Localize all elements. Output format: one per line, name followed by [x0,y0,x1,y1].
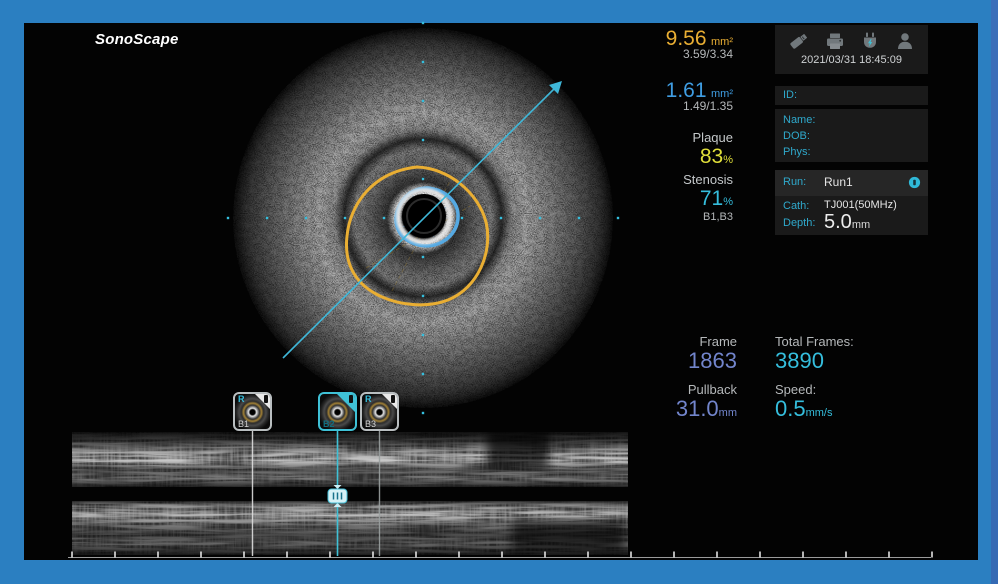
id-label: ID: [783,89,797,101]
stenosis-reference: B1,B3 [580,211,733,223]
bookmark-label: B1 [238,419,249,429]
run-record-icon[interactable] [908,176,921,189]
speed-label: Speed: [775,382,935,397]
longitudinal-view-top [72,430,628,487]
datetime-display: 2021/03/31 18:45:09 [775,54,928,66]
bookmark-thumbnail-b1[interactable]: R B1 [233,392,272,431]
bookmark-glyph-icon [264,395,268,403]
depth-value: 5.0mm [824,211,870,234]
phys-label: Phys: [783,146,811,158]
cath-label: Cath: [783,200,809,212]
user-icon[interactable] [895,31,915,51]
patient-info-box[interactable]: Name: DOB: Phys: [775,109,928,162]
name-label: Name: [783,114,815,126]
total-frames-value: 3890 [775,348,935,374]
run-label: Run: [783,176,806,188]
bookmark-thumbnail-b2[interactable]: B2 [318,392,357,431]
catheter-artifact [398,190,450,242]
bookmark-label: B2 [323,419,335,429]
recorded-marker: R [238,394,245,404]
bookmark-label: B3 [365,419,376,429]
depth-label: Depth: [783,217,815,229]
total-frames-label: Total Frames: [775,334,935,349]
frame-number: 1863 [580,348,737,374]
speed-value: 0.5mm/s [775,396,935,422]
cath-value: TJ001(50MHz) [824,199,897,211]
device-frame: SonoScape 9.56 mm² 3.59/3.34 1.61 mm² 1.… [0,0,998,584]
longitudinal-view-bottom [72,501,628,555]
plaque-label: Plaque [580,130,733,145]
stenosis-value: 71% [580,187,733,211]
recorded-marker: R [365,394,372,404]
bookmark-glyph-icon [391,395,395,403]
bookmark-glyph-icon [349,395,353,403]
usb-icon[interactable] [788,31,810,51]
stenosis-label: Stenosis [580,172,733,187]
system-status-box: 2021/03/31 18:45:09 [775,25,928,74]
catheter-depth-box: Cath: TJ001(50MHz) Depth: 5.0mm [775,196,928,235]
run-value: Run1 [824,175,853,189]
lumen-diameters: 1.49/1.35 [580,99,733,113]
plaque-value: 83% [580,145,733,169]
brand-logo: SonoScape [95,31,179,48]
frame-label: Frame [580,334,737,349]
run-selector[interactable]: Run: Run1 [775,170,928,196]
pullback-value: 31.0mm [580,396,737,422]
dob-label: DOB: [783,130,810,142]
vessel-diameters: 3.59/3.34 [580,47,733,61]
pullback-label: Pullback [580,382,737,397]
patient-id-box[interactable]: ID: [775,86,928,105]
printer-icon[interactable] [825,31,845,51]
power-icon[interactable] [860,31,880,51]
bookmark-thumbnail-b3[interactable]: R B3 [360,392,399,431]
